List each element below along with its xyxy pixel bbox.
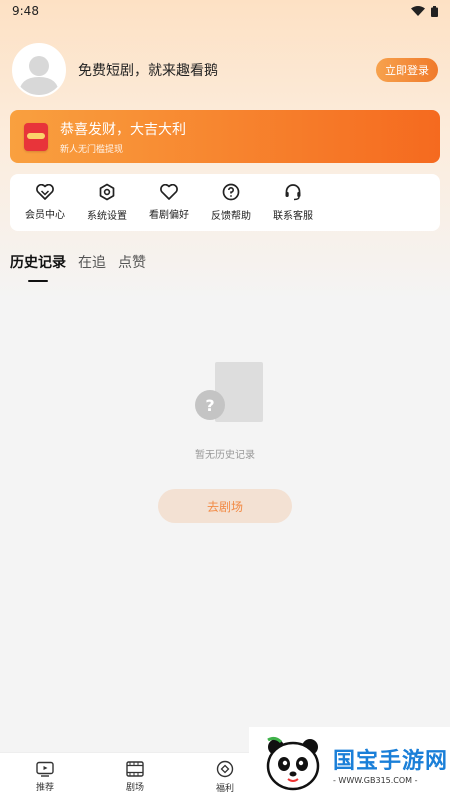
menu-item-label: 联系客服 [273, 211, 313, 222]
film-icon [126, 760, 144, 777]
watermark-text: 国宝手游网 - WWW.GB315.COM - [333, 743, 448, 785]
watermark-url: - WWW.GB315.COM - [333, 775, 418, 785]
history-tabs: 历史记录 在追 点赞 [10, 252, 146, 282]
tv-icon [36, 761, 54, 777]
panda-mascot-icon [263, 734, 323, 794]
menu-item-feedback-help[interactable]: 反馈帮助 [200, 183, 262, 222]
promo-banner[interactable]: 恭喜发财，大吉大利 新人无门槛提现 [10, 110, 440, 163]
nav-item-label: 推荐 [35, 782, 54, 793]
status-time: 9:48 [12, 4, 39, 18]
banner-text: 恭喜发财，大吉大利 新人无门槛提现 [60, 119, 186, 155]
vip-heart-icon [36, 184, 54, 200]
menu-item-vip-center[interactable]: 会员中心 [14, 184, 76, 221]
help-icon [222, 183, 240, 201]
nav-item-label: 剧场 [125, 782, 144, 793]
battery-icon [431, 5, 438, 17]
heart-icon [160, 184, 178, 200]
empty-state: ? 暂无历史记录 去剧场 [0, 360, 450, 523]
watermark-brand: 国宝手游网 [333, 748, 449, 774]
red-envelope-icon [24, 122, 48, 151]
tab-following[interactable]: 在追 [78, 252, 106, 282]
status-icons [411, 5, 438, 17]
nav-item-recommend[interactable]: 推荐 [0, 761, 90, 793]
gift-icon [216, 760, 234, 777]
avatar[interactable] [12, 43, 66, 97]
status-bar: 9:48 [0, 0, 450, 22]
menu-item-label: 反馈帮助 [211, 211, 251, 222]
menu-item-label: 看剧偏好 [149, 210, 189, 221]
watermark-logo: 国宝手游网 - WWW.GB315.COM - [249, 727, 450, 800]
menu-item-viewing-preference[interactable]: 看剧偏好 [138, 184, 200, 221]
tab-history[interactable]: 历史记录 [10, 252, 66, 282]
empty-message: 暂无历史记录 [195, 450, 255, 461]
go-to-theater-button[interactable]: 去剧场 [158, 489, 292, 523]
function-menu: 会员中心 系统设置 看剧偏好 反馈帮助 联系客服 [10, 174, 440, 231]
menu-item-customer-service[interactable]: 联系客服 [262, 183, 324, 222]
question-mark-icon: ? [195, 390, 225, 420]
profile-header: 免费短剧，就来趣看鹅 立即登录 [12, 42, 438, 98]
banner-title: 恭喜发财，大吉大利 [60, 121, 186, 138]
wifi-icon [411, 6, 425, 16]
nav-item-label: 福利 [215, 783, 234, 794]
nav-item-theater[interactable]: 剧场 [90, 760, 180, 793]
profile-greeting: 免费短剧，就来趣看鹅 [78, 63, 218, 79]
menu-item-settings[interactable]: 系统设置 [76, 183, 138, 222]
empty-history-illustration: ? [195, 360, 265, 424]
login-button[interactable]: 立即登录 [376, 58, 438, 82]
menu-item-label: 会员中心 [25, 210, 65, 221]
settings-icon [99, 183, 115, 201]
tab-likes[interactable]: 点赞 [118, 252, 146, 282]
headset-icon [285, 184, 301, 201]
default-avatar-icon [19, 56, 59, 95]
banner-subtitle: 新人无门槛提现 [60, 144, 124, 155]
menu-item-label: 系统设置 [87, 211, 127, 222]
